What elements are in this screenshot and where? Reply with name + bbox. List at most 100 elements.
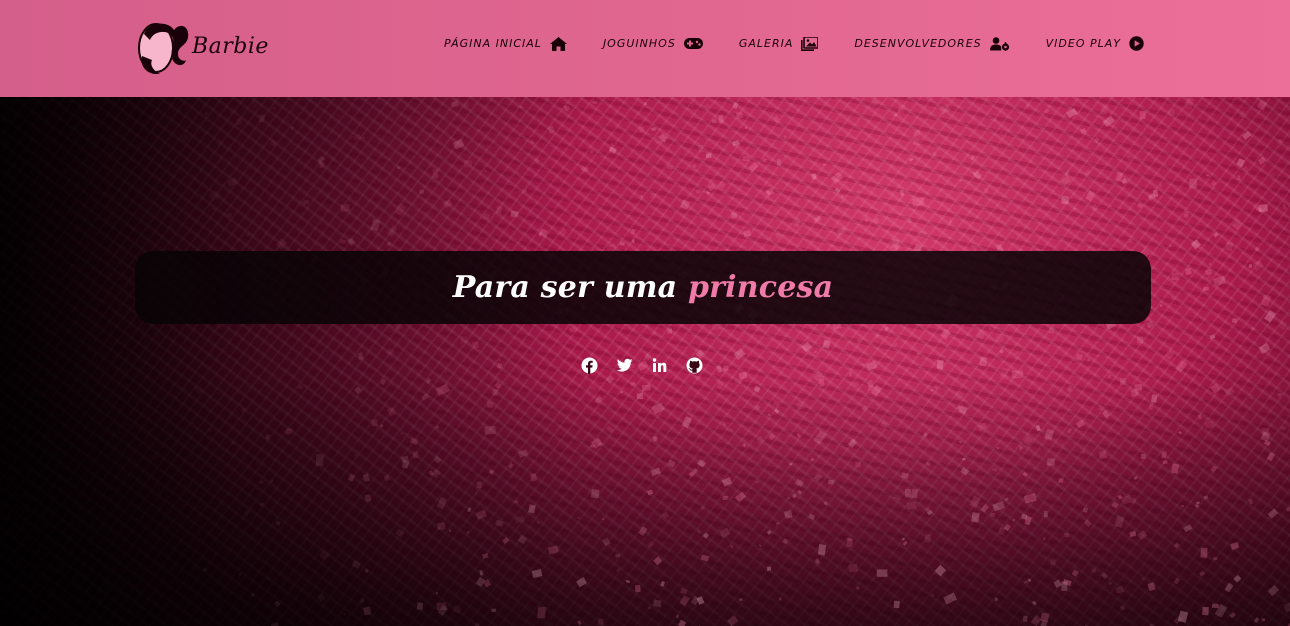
crystal-sparkle: [999, 349, 1005, 354]
crystal-sparkle: [855, 461, 862, 468]
crystal-sparkle: [1082, 507, 1089, 513]
crystal-sparkle: [601, 517, 605, 521]
crystal-sparkle: [620, 391, 623, 394]
nav-item-video-play[interactable]: Video Play: [1046, 36, 1144, 51]
crystal-sparkle: [1213, 557, 1218, 561]
crystal-sparkle: [902, 537, 905, 541]
crystal-sparkle: [660, 580, 666, 587]
crystal-sparkle: [274, 600, 281, 607]
crystal-sparkle: [1158, 183, 1163, 189]
crystal-sparkle: [347, 473, 356, 482]
crystal-sparkle: [692, 163, 697, 169]
nav-item-label: Galeria: [738, 37, 794, 50]
crystal-sparkle: [1075, 419, 1086, 429]
crystal-sparkle: [379, 423, 384, 428]
crystal-sparkle: [1064, 532, 1070, 538]
crystal-sparkle: [904, 488, 912, 498]
crystal-sparkle: [1115, 585, 1125, 594]
brand[interactable]: Barbie: [134, 16, 268, 78]
crystal-sparkle: [495, 519, 504, 528]
crystal-sparkle: [787, 496, 791, 500]
crystal-sparkle: [1231, 218, 1243, 231]
crystal-sparkle: [1185, 267, 1192, 275]
play-circle-icon: [1129, 36, 1144, 51]
nav-item-home[interactable]: Página Inicial: [444, 36, 567, 51]
crystal-sparkle: [954, 390, 965, 400]
crystal-sparkle: [936, 359, 944, 370]
crystal-sparkle: [933, 572, 937, 575]
crystal-sparkle: [1025, 103, 1031, 109]
crystal-sparkle: [984, 188, 989, 194]
crystal-sparkle: [1091, 203, 1098, 212]
facebook-link[interactable]: [581, 357, 598, 374]
crystal-sparkle: [993, 117, 997, 122]
crystal-sparkle: [387, 406, 397, 417]
crystal-sparkle: [795, 400, 806, 411]
crystal-sparkle: [702, 532, 710, 539]
crystal-sparkle: [1256, 99, 1268, 111]
crystal-sparkle: [519, 105, 523, 109]
hero-title: Para ser uma princesa: [453, 270, 833, 305]
crystal-sparkle: [269, 479, 274, 484]
nav-item-gallery[interactable]: Galeria: [738, 36, 819, 51]
crystal-sparkle: [619, 241, 626, 247]
crystal-sparkle: [865, 360, 878, 371]
crystal-sparkle: [906, 501, 917, 510]
crystal-sparkle: [495, 206, 503, 214]
crystal-sparkle: [756, 435, 765, 445]
crystal-sparkle: [536, 520, 540, 525]
crystal-sparkle: [421, 393, 430, 401]
crystal-sparkle: [483, 213, 491, 220]
crystal-sparkle: [238, 572, 243, 577]
crystal-sparkle: [970, 244, 976, 249]
crystal-sparkle: [960, 467, 970, 476]
crystal-sparkle: [990, 512, 995, 517]
crystal-sparkle: [1093, 137, 1100, 143]
crystal-sparkle: [590, 488, 600, 499]
crystal-sparkle: [994, 597, 999, 602]
crystal-sparkle: [778, 597, 782, 601]
crystal-sparkle: [884, 326, 889, 332]
crystal-sparkle: [1137, 203, 1143, 208]
crystal-sparkle: [625, 579, 631, 584]
crystal-sparkle: [925, 461, 931, 467]
crystal-sparkle: [721, 477, 733, 487]
crystal-sparkle: [962, 457, 966, 461]
crystal-sparkle: [226, 212, 233, 218]
nav-item-label: Video Play: [1045, 37, 1121, 50]
crystal-sparkle: [722, 422, 727, 427]
linkedin-link[interactable]: [651, 357, 668, 374]
crystal-sparkle: [1254, 246, 1260, 252]
crystal-sparkle: [615, 567, 622, 573]
crystal-sparkle: [492, 388, 499, 396]
crystal-sparkle: [1130, 389, 1139, 397]
crystal-sparkle: [354, 454, 357, 457]
crystal-sparkle: [1043, 510, 1049, 518]
crystal-sparkle: [1116, 204, 1123, 211]
crystal-sparkle: [1183, 524, 1193, 533]
crystal-sparkle: [1233, 574, 1242, 583]
crystal-sparkle: [364, 494, 372, 502]
crystal-sparkle: [744, 126, 748, 129]
crystal-sparkle: [1280, 425, 1286, 431]
crystal-sparkle: [1267, 508, 1279, 519]
crystal-sparkle: [1146, 320, 1154, 329]
crystal-sparkle: [912, 138, 920, 146]
crystal-sparkle: [432, 169, 439, 179]
crystal-sparkle: [910, 488, 919, 499]
crystal-sparkle: [1120, 494, 1133, 505]
crystal-sparkle: [1205, 268, 1213, 276]
crystal-sparkle: [1250, 326, 1255, 331]
crystal-sparkle: [1248, 396, 1254, 400]
nav-item-label: Desenvolvedores: [854, 37, 982, 50]
nav-item-games[interactable]: Joguinhos: [603, 37, 703, 50]
nav-item-developers[interactable]: Desenvolvedores: [854, 36, 1009, 51]
crystal-sparkle: [229, 108, 238, 116]
crystal-sparkle: [932, 151, 937, 157]
crystal-sparkle: [992, 501, 1006, 512]
twitter-link[interactable]: [616, 357, 633, 374]
crystal-sparkle: [794, 478, 805, 488]
crystal-sparkle: [653, 331, 657, 335]
crystal-sparkle: [813, 215, 822, 223]
github-link[interactable]: [686, 357, 703, 374]
